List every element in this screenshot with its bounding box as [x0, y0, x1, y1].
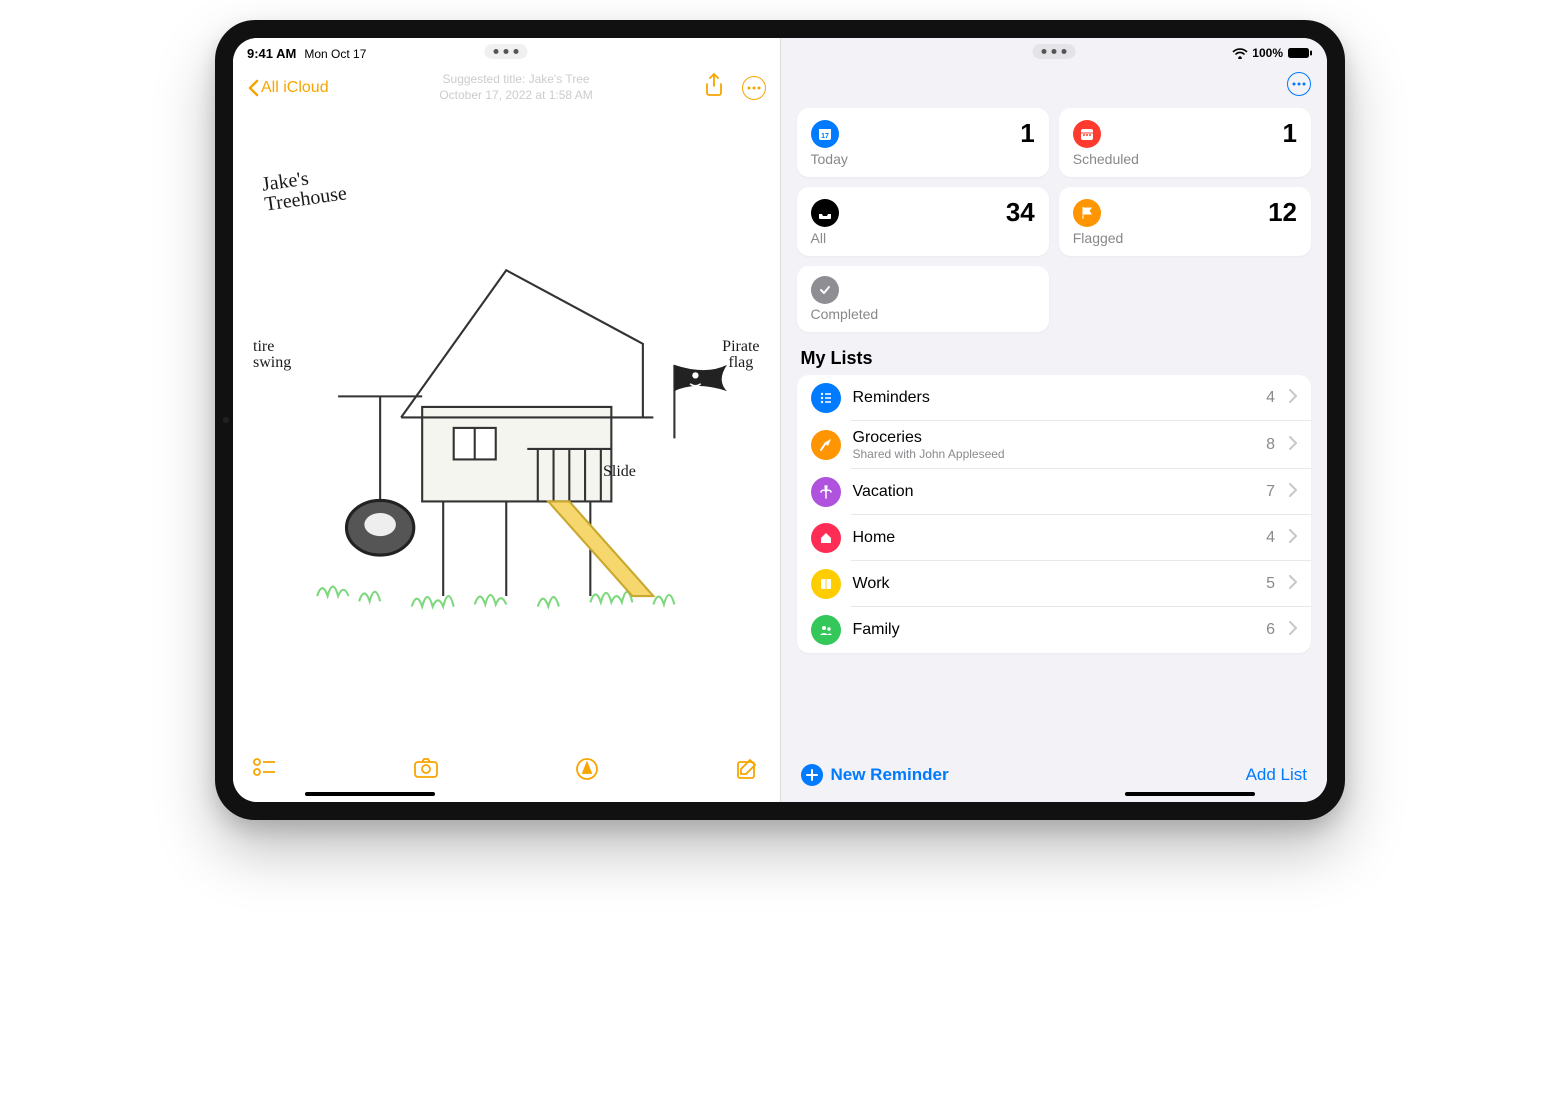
list-row[interactable]: Family 6 [797, 607, 1312, 653]
multitasking-dots-icon[interactable] [485, 44, 528, 59]
smart-scheduled[interactable]: 1 Scheduled [1059, 108, 1311, 177]
list-name: Vacation [853, 483, 1255, 501]
smart-flagged[interactable]: 12 Flagged [1059, 187, 1311, 256]
share-icon [704, 73, 724, 97]
my-lists-header: My Lists [781, 340, 1328, 375]
list-row[interactable]: Home 4 [797, 515, 1312, 561]
chevron-right-icon [1289, 621, 1297, 640]
list-count: 6 [1266, 621, 1275, 639]
list-name: Home [853, 529, 1255, 547]
note-metadata: Suggested title: Jake's Tree October 17,… [439, 72, 592, 103]
status-date: Mon Oct 17 [304, 47, 366, 61]
checkmark-icon [811, 276, 839, 304]
chevron-left-icon [247, 79, 259, 97]
chevron-right-icon [1289, 575, 1297, 594]
chevron-right-icon [1289, 483, 1297, 502]
battery-icon [1287, 47, 1313, 59]
calendar-today-icon: 17 [811, 120, 839, 148]
ellipsis-icon [747, 86, 761, 90]
plus-circle-icon [801, 764, 823, 786]
list-name: Groceries [853, 429, 1255, 447]
back-label: All iCloud [261, 79, 329, 97]
list-count: 8 [1266, 436, 1275, 454]
smart-lists-grid: 17 1 Today 1 Scheduled [781, 100, 1328, 340]
list-row[interactable]: Reminders 4 [797, 375, 1312, 421]
multitasking-dots-icon[interactable] [1032, 44, 1075, 59]
list-count: 4 [1266, 529, 1275, 547]
palm-icon [811, 477, 841, 507]
status-time: 9:41 AM [247, 46, 296, 61]
list-name: Work [853, 575, 1255, 593]
camera-button[interactable] [413, 757, 439, 786]
sketch-tire-label: tire swing [253, 339, 291, 371]
people-icon [811, 615, 841, 645]
wifi-icon [1232, 47, 1248, 59]
chevron-right-icon [1289, 436, 1297, 455]
more-button[interactable] [742, 76, 766, 100]
sketch-slide-label: Slide [603, 464, 636, 480]
note-drawing-canvas[interactable]: Jake's Treehouse tire swing Pirate flag … [233, 109, 780, 747]
book-icon [811, 569, 841, 599]
home-indicator-left[interactable] [305, 792, 435, 796]
reminders-app-pane: 100% 17 [781, 38, 1328, 802]
notes-app-pane: 9:41 AM Mon Oct 17 All iCloud Suggested … [233, 38, 781, 802]
chevron-right-icon [1289, 389, 1297, 408]
carrot-icon [811, 430, 841, 460]
camera-icon [413, 757, 439, 779]
chevron-right-icon [1289, 529, 1297, 548]
list-count: 5 [1266, 575, 1275, 593]
smart-completed[interactable]: Completed [797, 266, 1049, 332]
list-row[interactable]: Vacation 7 [797, 469, 1312, 515]
list-name: Reminders [853, 389, 1255, 407]
smart-today[interactable]: 17 1 Today [797, 108, 1049, 177]
list-icon [811, 383, 841, 413]
back-button[interactable]: All iCloud [247, 79, 329, 97]
list-row[interactable]: Work 5 [797, 561, 1312, 607]
svg-text:17: 17 [821, 133, 829, 140]
compose-icon [735, 757, 759, 781]
pencil-tip-icon [575, 757, 599, 781]
battery-percent: 100% [1252, 46, 1283, 60]
ipad-screen: 9:41 AM Mon Oct 17 All iCloud Suggested … [233, 38, 1327, 802]
new-reminder-button[interactable]: New Reminder [801, 764, 949, 786]
tray-icon [811, 199, 839, 227]
list-subtitle: Shared with John Appleseed [853, 447, 1255, 461]
smart-all[interactable]: 34 All [797, 187, 1049, 256]
lists-container: Reminders 4 Groceries Shared with John A… [797, 375, 1312, 653]
checklist-icon [253, 757, 277, 777]
compose-button[interactable] [735, 757, 759, 786]
add-list-button[interactable]: Add List [1246, 765, 1307, 785]
reminders-more-button[interactable] [1287, 72, 1311, 96]
share-button[interactable] [704, 73, 724, 102]
sketch-flag-label: Pirate flag [722, 339, 759, 371]
checklist-button[interactable] [253, 757, 277, 786]
calendar-icon [1073, 120, 1101, 148]
flag-icon [1073, 199, 1101, 227]
list-row[interactable]: Groceries Shared with John Appleseed 8 [797, 421, 1312, 469]
list-count: 4 [1266, 389, 1275, 407]
list-count: 7 [1266, 483, 1275, 501]
ellipsis-icon [1292, 82, 1306, 86]
home-icon [811, 523, 841, 553]
home-indicator-right[interactable] [1125, 792, 1255, 796]
markup-button[interactable] [575, 757, 599, 786]
ipad-device-frame: 9:41 AM Mon Oct 17 All iCloud Suggested … [215, 20, 1345, 820]
list-name: Family [853, 621, 1255, 639]
